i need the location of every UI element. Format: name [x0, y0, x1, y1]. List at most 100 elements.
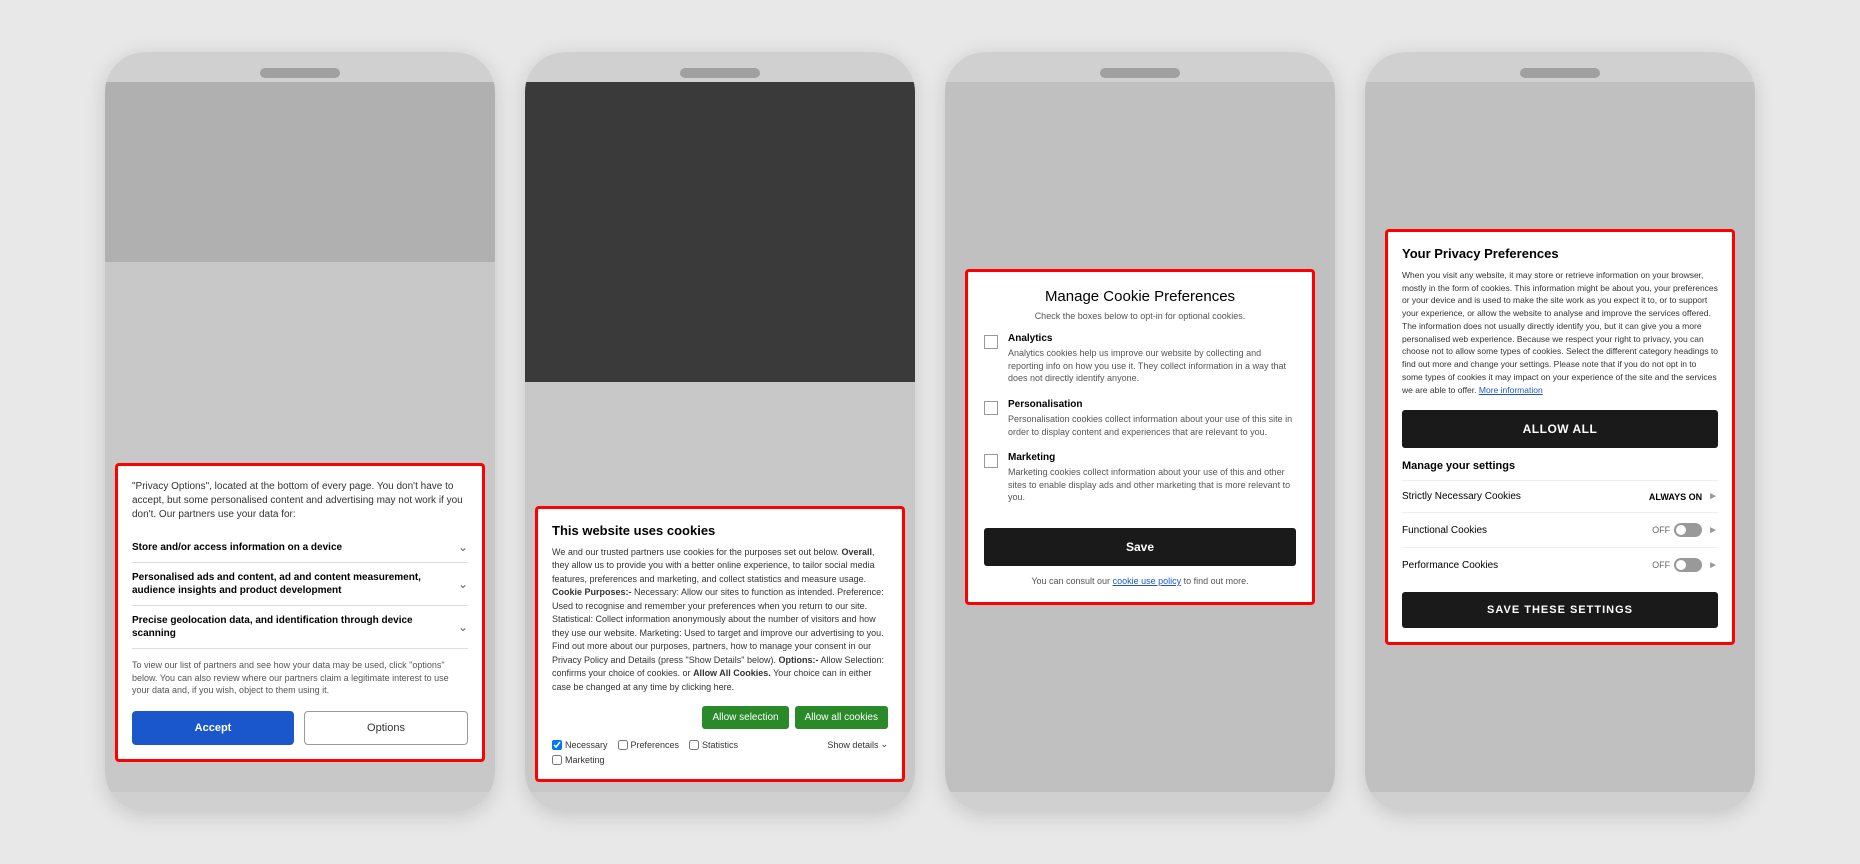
dark-bg-2 — [525, 82, 915, 382]
content-area-2: This website uses cookies We and our tru… — [535, 506, 905, 783]
chevron-right-1: ► — [1708, 491, 1718, 502]
setting-right-functional: OFF ► — [1652, 523, 1718, 537]
pref-content-analytics: Analytics Analytics cookies help us impr… — [1008, 333, 1296, 385]
checkbox-necessary-input[interactable] — [552, 740, 562, 750]
checkbox-statistics[interactable]: Statistics — [689, 740, 738, 750]
options-button[interactable]: Options — [304, 711, 468, 745]
toggle-label-performance: OFF — [1652, 560, 1670, 570]
allow-all-button[interactable]: Allow all cookies — [795, 706, 888, 729]
pref-desc-marketing: Marketing cookies collect information ab… — [1008, 466, 1296, 504]
setting-row-functional[interactable]: Functional Cookies OFF ► — [1402, 512, 1718, 547]
setting-row-necessary: Strictly Necessary Cookies ALWAYS ON ► — [1402, 480, 1718, 512]
content-area-4: Your Privacy Preferences When you visit … — [1375, 219, 1745, 656]
checkbox-preferences[interactable]: Preferences — [618, 740, 680, 750]
chevron-right-2: ► — [1708, 525, 1718, 536]
save-button-3[interactable]: Save — [984, 528, 1296, 566]
manage-cookie-dialog: Manage Cookie Preferences Check the boxe… — [965, 269, 1315, 605]
chevron-right-3: ► — [1708, 560, 1718, 571]
phone-notch-4 — [1520, 68, 1600, 78]
phone-bottom-bar-1 — [105, 792, 495, 812]
pref-content-marketing: Marketing Marketing cookies collect info… — [1008, 452, 1296, 504]
body-bold-4: Allow All Cookies. — [693, 668, 771, 678]
toggle-switch-functional[interactable] — [1674, 523, 1702, 537]
setting-right-necessary: ALWAYS ON ► — [1649, 491, 1718, 502]
phone-top-bar-3 — [945, 52, 1335, 82]
allow-all-button-4[interactable]: ALLOW ALL — [1402, 410, 1718, 448]
cookie-body-2: We and our trusted partners use cookies … — [552, 546, 888, 695]
show-details[interactable]: Show details ⌄ — [827, 739, 888, 750]
accordion-item-1[interactable]: Store and/or access information on a dev… — [132, 532, 468, 563]
accordion-item-3[interactable]: Precise geolocation data, and identifica… — [132, 606, 468, 649]
allow-selection-button[interactable]: Allow selection — [702, 706, 788, 729]
cookie-policy-link[interactable]: cookie use policy — [1113, 576, 1182, 586]
accept-button[interactable]: Accept — [132, 711, 294, 745]
policy-text-2: to find out more. — [1184, 576, 1249, 586]
pref-item-analytics: Analytics Analytics cookies help us impr… — [984, 333, 1296, 385]
phone-notch-3 — [1100, 68, 1180, 78]
checkbox-marketing[interactable]: Marketing — [552, 755, 605, 765]
partner-text-1: To view our list of partners and see how… — [132, 659, 468, 697]
phone-screen-2: This website uses cookies We and our tru… — [525, 82, 915, 792]
phone-bottom-bar-4 — [1365, 792, 1755, 812]
phone-1: "Privacy Options", located at the bottom… — [105, 52, 495, 812]
phone-screen-4: Your Privacy Preferences When you visit … — [1365, 82, 1755, 792]
checkbox-preferences-label: Preferences — [631, 740, 680, 750]
phone-top-bar-4 — [1365, 52, 1755, 82]
phone-notch-2 — [680, 68, 760, 78]
accordion-label-3: Precise geolocation data, and identifica… — [132, 614, 458, 640]
body-text-1: We and our trusted partners use cookies … — [552, 547, 842, 557]
content-area-1: "Privacy Options", located at the bottom… — [115, 463, 485, 782]
show-details-label: Show details — [827, 740, 878, 750]
setting-name-necessary: Strictly Necessary Cookies — [1402, 491, 1521, 502]
phone-3: Manage Cookie Preferences Check the boxe… — [945, 52, 1335, 812]
privacy-body: When you visit any website, it may store… — [1402, 269, 1718, 397]
pref-checkbox-analytics[interactable] — [984, 335, 998, 349]
body-text-3: Necessary: Allow our sites to function a… — [552, 587, 884, 665]
more-info-link[interactable]: More information — [1479, 385, 1543, 395]
phone-notch-1 — [260, 68, 340, 78]
checkbox-preferences-input[interactable] — [618, 740, 628, 750]
button-row-1: Accept Options — [132, 711, 468, 745]
save-settings-button[interactable]: SAVE THESE SETTINGS — [1402, 592, 1718, 628]
body-bold-2: Cookie Purposes:- — [552, 587, 632, 597]
pref-desc-analytics: Analytics cookies help us improve our we… — [1008, 347, 1296, 385]
setting-row-performance[interactable]: Performance Cookies OFF ► — [1402, 547, 1718, 582]
checkbox-statistics-input[interactable] — [689, 740, 699, 750]
pref-checkbox-marketing[interactable] — [984, 454, 998, 468]
checkbox-statistics-label: Statistics — [702, 740, 738, 750]
body-bold-1: Overall — [842, 547, 873, 557]
manage-subtitle: Check the boxes below to opt-in for opti… — [984, 311, 1296, 321]
phone-top-bar-1 — [105, 52, 495, 82]
blurred-bg-1 — [105, 82, 495, 262]
pref-desc-personalisation: Personalisation cookies collect informat… — [1008, 413, 1296, 438]
accordion-item-2[interactable]: Personalised ads and content, ad and con… — [132, 563, 468, 606]
always-on-label: ALWAYS ON — [1649, 492, 1702, 502]
cookie-title-2: This website uses cookies — [552, 523, 888, 538]
phone-top-bar-2 — [525, 52, 915, 82]
checkbox-necessary[interactable]: Necessary — [552, 740, 608, 750]
checkbox-row: Necessary Preferences Statistics Show de… — [552, 739, 888, 750]
pref-label-marketing: Marketing — [1008, 452, 1296, 463]
toggle-switch-performance[interactable] — [1674, 558, 1702, 572]
checkbox-necessary-label: Necessary — [565, 740, 608, 750]
checkbox-row-2: Marketing — [552, 755, 888, 765]
setting-name-performance: Performance Cookies — [1402, 560, 1498, 571]
toggle-functional[interactable]: OFF — [1652, 523, 1702, 537]
chevron-icon-3: ⌄ — [458, 620, 468, 634]
phone-2: This website uses cookies We and our tru… — [525, 52, 915, 812]
phone-screen-1: "Privacy Options", located at the bottom… — [105, 82, 495, 792]
accordion-label-1: Store and/or access information on a dev… — [132, 541, 458, 554]
toggle-label-functional: OFF — [1652, 525, 1670, 535]
privacy-prefs-dialog: Your Privacy Preferences When you visit … — [1385, 229, 1735, 646]
body-bold-3: Options:- — [778, 655, 818, 665]
pref-label-analytics: Analytics — [1008, 333, 1296, 344]
checkbox-marketing-label: Marketing — [565, 755, 605, 765]
pref-checkbox-personalisation[interactable] — [984, 401, 998, 415]
pref-content-personalisation: Personalisation Personalisation cookies … — [1008, 399, 1296, 438]
checkbox-marketing-input[interactable] — [552, 755, 562, 765]
intro-text-1: "Privacy Options", located at the bottom… — [132, 480, 468, 522]
phone-bottom-bar-2 — [525, 792, 915, 812]
pref-label-personalisation: Personalisation — [1008, 399, 1296, 410]
manage-settings-label: Manage your settings — [1402, 460, 1718, 472]
toggle-performance[interactable]: OFF — [1652, 558, 1702, 572]
